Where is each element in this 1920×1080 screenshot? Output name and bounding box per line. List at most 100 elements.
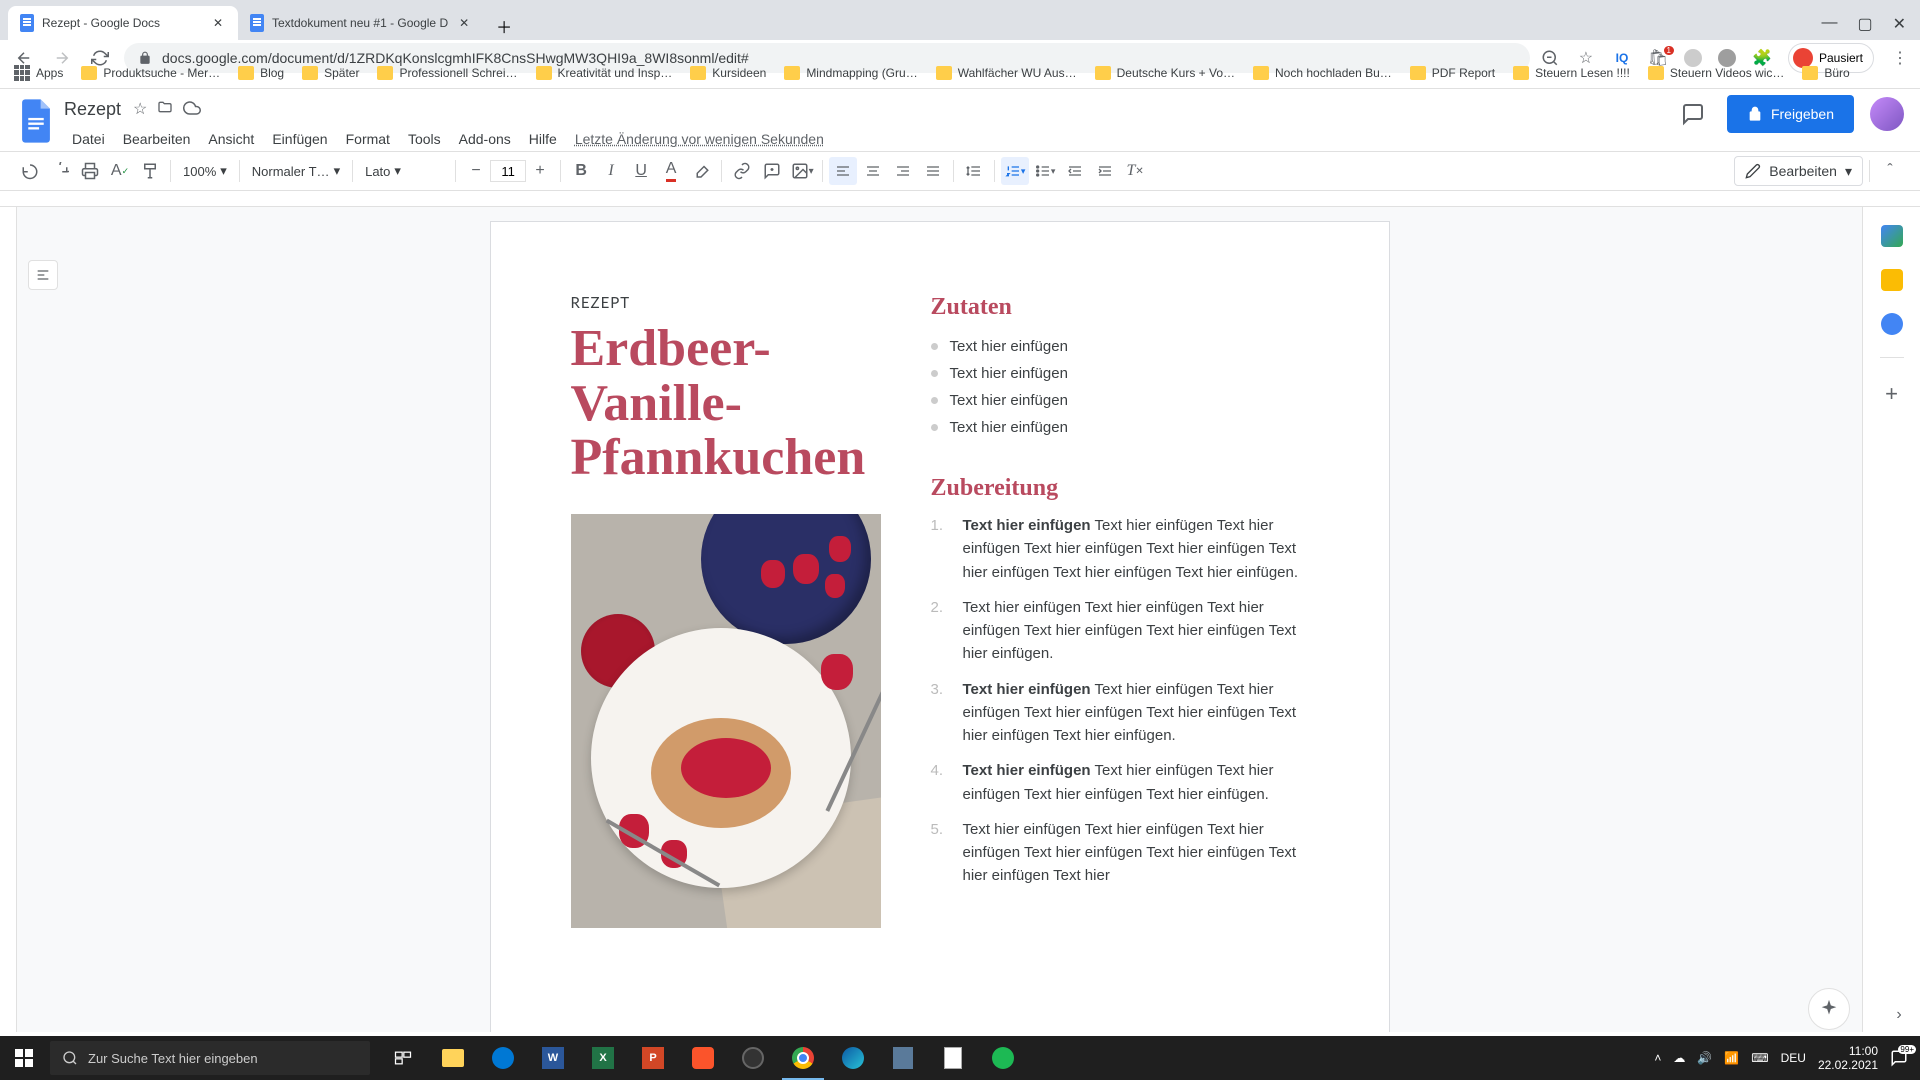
- decrease-indent-button[interactable]: [1061, 157, 1089, 185]
- docs-logo[interactable]: [16, 95, 56, 147]
- paint-format-button[interactable]: [136, 157, 164, 185]
- chrome-icon[interactable]: [778, 1036, 828, 1080]
- spellcheck-button[interactable]: A✓: [106, 157, 134, 185]
- move-icon[interactable]: [157, 99, 173, 119]
- language-indicator[interactable]: DEU: [1781, 1051, 1806, 1065]
- task-view-button[interactable]: [378, 1036, 428, 1080]
- list-item[interactable]: Text hier einfügen Text hier einfügen Te…: [931, 678, 1309, 748]
- steps-list[interactable]: Text hier einfügen Text hier einfügen Te…: [931, 514, 1309, 888]
- bookmark[interactable]: Deutsche Kurs + Vo…: [1095, 66, 1235, 80]
- browser-tab[interactable]: Textdokument neu #1 - Google D ✕: [238, 6, 484, 40]
- list-item[interactable]: Text hier einfügen Text hier einfügen Te…: [931, 818, 1309, 888]
- align-center-button[interactable]: [859, 157, 887, 185]
- menu-tools[interactable]: Tools: [400, 127, 449, 151]
- list-item[interactable]: Text hier einfügen: [931, 360, 1309, 387]
- preparation-heading[interactable]: Zubereitung: [931, 475, 1309, 502]
- browser-tab-active[interactable]: Rezept - Google Docs ✕: [8, 6, 238, 40]
- menu-einfuegen[interactable]: Einfügen: [264, 127, 335, 151]
- clock[interactable]: 11:00 22.02.2021: [1818, 1044, 1878, 1073]
- obs-icon[interactable]: [728, 1036, 778, 1080]
- bookmark[interactable]: Professionell Schrei…: [377, 66, 517, 80]
- new-tab-button[interactable]: ＋: [490, 12, 518, 40]
- decrease-font-button[interactable]: −: [462, 157, 490, 185]
- highlight-button[interactable]: [687, 157, 715, 185]
- bookmark[interactable]: PDF Report: [1410, 66, 1495, 80]
- cloud-status-icon[interactable]: [183, 99, 201, 119]
- bookmark[interactable]: Kursideen: [690, 66, 766, 80]
- numbered-list-button[interactable]: ▾: [1001, 157, 1029, 185]
- redo-button[interactable]: [46, 157, 74, 185]
- document-title[interactable]: Rezept: [64, 99, 121, 120]
- font-size-input[interactable]: 11: [490, 160, 526, 182]
- bold-button[interactable]: B: [567, 157, 595, 185]
- menu-ansicht[interactable]: Ansicht: [200, 127, 262, 151]
- increase-font-button[interactable]: +: [526, 157, 554, 185]
- notifications-button[interactable]: 99+: [1890, 1049, 1908, 1067]
- text-color-button[interactable]: A: [657, 157, 685, 185]
- bookmark[interactable]: Steuern Videos wic…: [1648, 66, 1785, 80]
- clear-formatting-button[interactable]: T✕: [1121, 157, 1149, 185]
- font-select[interactable]: Lato ▾: [359, 158, 449, 184]
- explore-button[interactable]: [1808, 988, 1850, 1030]
- paragraph-style-select[interactable]: Normaler T… ▾: [246, 158, 346, 184]
- add-addon-button[interactable]: +: [1878, 380, 1906, 408]
- align-right-button[interactable]: [889, 157, 917, 185]
- menu-format[interactable]: Format: [338, 127, 398, 151]
- minimize-icon[interactable]: —: [1821, 14, 1837, 34]
- document-overline[interactable]: REZEPT: [571, 294, 891, 312]
- list-item[interactable]: Text hier einfügen Text hier einfügen Te…: [931, 596, 1309, 666]
- edge-legacy-icon[interactable]: [478, 1036, 528, 1080]
- hide-side-panel-button[interactable]: ›: [1884, 1000, 1914, 1030]
- bookmark[interactable]: Büro: [1802, 66, 1849, 80]
- star-icon[interactable]: ☆: [133, 99, 147, 119]
- zoom-select[interactable]: 100% ▾: [177, 158, 233, 184]
- kebab-menu-icon[interactable]: ⋮: [1890, 48, 1910, 68]
- taskbar-search[interactable]: Zur Suche Text hier eingeben: [50, 1041, 370, 1075]
- insert-link-button[interactable]: [728, 157, 756, 185]
- list-item[interactable]: Text hier einfügen Text hier einfügen Te…: [931, 759, 1309, 806]
- close-icon[interactable]: ✕: [456, 15, 472, 31]
- align-left-button[interactable]: [829, 157, 857, 185]
- italic-button[interactable]: I: [597, 157, 625, 185]
- bookmark[interactable]: Noch hochladen Bu…: [1253, 66, 1392, 80]
- ingredients-heading[interactable]: Zutaten: [931, 294, 1309, 321]
- horizontal-ruler[interactable]: [0, 191, 1920, 207]
- bookmark[interactable]: Wahlfächer WU Aus…: [936, 66, 1077, 80]
- menu-hilfe[interactable]: Hilfe: [521, 127, 565, 151]
- menu-datei[interactable]: Datei: [64, 127, 113, 151]
- file-explorer-icon[interactable]: [428, 1036, 478, 1080]
- print-button[interactable]: [76, 157, 104, 185]
- word-icon[interactable]: W: [528, 1036, 578, 1080]
- excel-icon[interactable]: X: [578, 1036, 628, 1080]
- list-item[interactable]: Text hier einfügen: [931, 387, 1309, 414]
- volume-icon[interactable]: 🔊: [1697, 1051, 1712, 1065]
- wifi-icon[interactable]: 📶: [1724, 1051, 1739, 1065]
- editing-mode-select[interactable]: Bearbeiten ▾: [1734, 156, 1863, 186]
- user-avatar[interactable]: [1870, 97, 1904, 131]
- extension-icon[interactable]: [1684, 49, 1702, 67]
- start-button[interactable]: [0, 1036, 48, 1080]
- insert-image-button[interactable]: ▾: [788, 157, 816, 185]
- page[interactable]: REZEPT Erdbeer-Vanille-Pfannkuchen Zutat…: [490, 221, 1390, 1032]
- keyboard-icon[interactable]: ⌨: [1751, 1051, 1768, 1065]
- bookmark[interactable]: Später: [302, 66, 359, 80]
- underline-button[interactable]: U: [627, 157, 655, 185]
- increase-indent-button[interactable]: [1091, 157, 1119, 185]
- edge-icon[interactable]: [828, 1036, 878, 1080]
- bookmark[interactable]: Blog: [238, 66, 284, 80]
- collapse-toolbar-button[interactable]: ˆ: [1876, 157, 1904, 185]
- extension-icon[interactable]: [1718, 49, 1736, 67]
- undo-button[interactable]: [16, 157, 44, 185]
- menu-addons[interactable]: Add-ons: [451, 127, 519, 151]
- list-item[interactable]: Text hier einfügen Text hier einfügen Te…: [931, 514, 1309, 584]
- ingredients-list[interactable]: Text hier einfügen Text hier einfügen Te…: [931, 333, 1309, 441]
- extension-icon[interactable]: 🛍1: [1648, 48, 1668, 68]
- spotify-icon[interactable]: [978, 1036, 1028, 1080]
- close-window-icon[interactable]: ✕: [1893, 14, 1906, 34]
- bookmark[interactable]: Steuern Lesen !!!!: [1513, 66, 1630, 80]
- last-edit-link[interactable]: Letzte Änderung vor wenigen Sekunden: [567, 127, 832, 151]
- menu-bearbeiten[interactable]: Bearbeiten: [115, 127, 199, 151]
- brave-icon[interactable]: [678, 1036, 728, 1080]
- add-comment-button[interactable]: [758, 157, 786, 185]
- close-icon[interactable]: ✕: [210, 15, 226, 31]
